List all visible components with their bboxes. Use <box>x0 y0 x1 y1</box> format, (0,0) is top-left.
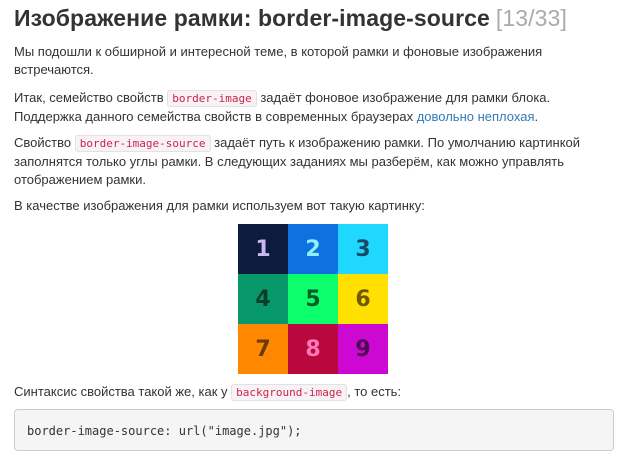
grid-cell-1: 1 <box>238 224 288 274</box>
paragraph-text: Синтаксис свойства такой же, как у <box>14 384 232 399</box>
paragraph-border-image: Итак, семейство свойств border-image зад… <box>14 89 614 126</box>
grid-cell-8: 8 <box>288 324 338 374</box>
grid-cell-2: 2 <box>288 224 338 274</box>
grid-cell-7: 7 <box>238 324 288 374</box>
grid-cell-6: 6 <box>338 274 388 324</box>
page-title: Изображение рамки: border-image-source [1… <box>14 5 567 32</box>
paragraph-text: Свойство <box>14 135 75 150</box>
lesson-counter: [13/33] <box>495 5 567 31</box>
paragraph-text: Итак, семейство свойств <box>14 90 168 105</box>
grid-cell-5: 5 <box>288 274 338 324</box>
paragraph-syntax: Синтаксис свойства такой же, как у backg… <box>14 383 614 402</box>
grid-cell-4: 4 <box>238 274 288 324</box>
grid-cell-9: 9 <box>338 324 388 374</box>
paragraph-intro: Мы подошли к обширной и интересной теме,… <box>14 44 543 77</box>
paragraph-text: . <box>534 109 539 124</box>
paragraph-image-intro: В качестве изображения для рамки использ… <box>14 198 425 213</box>
code-block: border-image-source: url("image.jpg"); <box>14 409 614 451</box>
inline-code-border-image: border-image <box>167 90 257 107</box>
inline-code-background-image: background-image <box>231 384 348 401</box>
grid-cell-3: 3 <box>338 224 388 274</box>
browser-support-link[interactable]: довольно неплохая <box>417 109 535 124</box>
border-image-preview: 123456789 <box>238 224 388 374</box>
inline-code-border-image-source: border-image-source <box>74 135 211 152</box>
page-title-text: Изображение рамки: border-image-source <box>14 5 490 31</box>
paragraph-border-image-source: Свойство border-image-source задаёт путь… <box>14 134 614 189</box>
paragraph-text: , то есть: <box>347 384 402 399</box>
